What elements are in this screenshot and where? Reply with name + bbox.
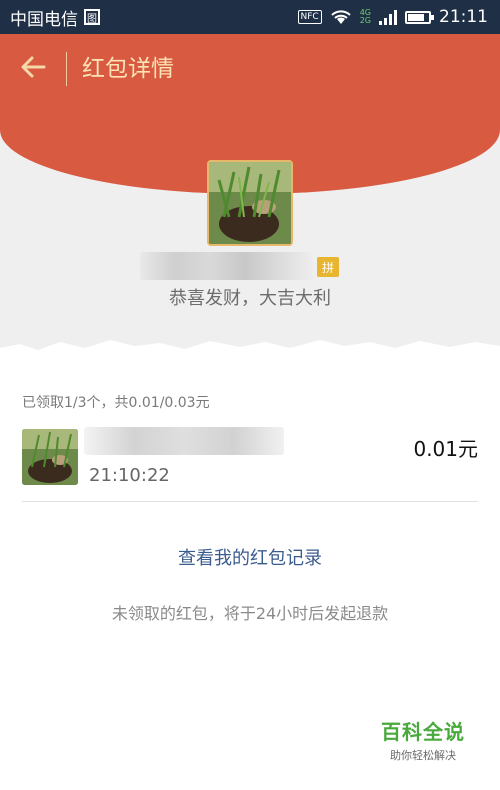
greeting-text: 恭喜发财，大吉大利 — [169, 288, 331, 309]
pin-badge: 拼 — [317, 257, 339, 277]
refund-note: 未领取的红包，将于24小时后发起退款 — [111, 604, 389, 623]
network-2g: 2G — [359, 16, 371, 25]
watermark-logo: 百科全说 助你轻松解决 — [368, 716, 478, 763]
header-divider — [66, 52, 67, 86]
back-button[interactable] — [18, 52, 48, 82]
status-left: 中国电信 图 — [10, 5, 100, 30]
plant-image — [209, 162, 291, 244]
status-bar: 中国电信 图 NFC 4G 2G 21:11 — [0, 0, 500, 34]
sim-icon: 图 — [84, 9, 100, 25]
plant-image — [22, 429, 78, 485]
view-records-link[interactable]: 查看我的红包记录 — [0, 544, 500, 570]
status-right: NFC 4G 2G 21:11 — [297, 7, 488, 27]
network-type-indicator: 4G 2G — [360, 9, 371, 25]
nfc-icon: NFC — [297, 10, 322, 24]
page-title: 红包详情 — [82, 56, 174, 82]
sender-avatar[interactable] — [207, 160, 293, 246]
carrier-name: 中国电信 — [10, 9, 78, 30]
watermark-sub: 助你轻松解决 — [390, 749, 456, 762]
sender-name-blurred — [140, 252, 315, 280]
clock: 21:11 — [439, 7, 488, 27]
receiver-row: 21:10:22 0.01元 — [22, 427, 478, 497]
wifi-icon — [331, 10, 351, 24]
row-divider — [22, 501, 478, 502]
receiver-name-blurred — [84, 427, 284, 455]
claim-summary: 已领取1/3个，共0.01/0.03元 — [22, 395, 210, 411]
signal-icon — [379, 9, 397, 25]
receiver-avatar[interactable] — [22, 429, 78, 485]
receive-time: 21:10:22 — [89, 465, 170, 486]
torn-paper-edge — [0, 340, 500, 370]
battery-icon — [405, 10, 434, 24]
watermark-main: 百科全说 — [381, 720, 465, 744]
receive-amount: 0.01元 — [413, 437, 478, 461]
